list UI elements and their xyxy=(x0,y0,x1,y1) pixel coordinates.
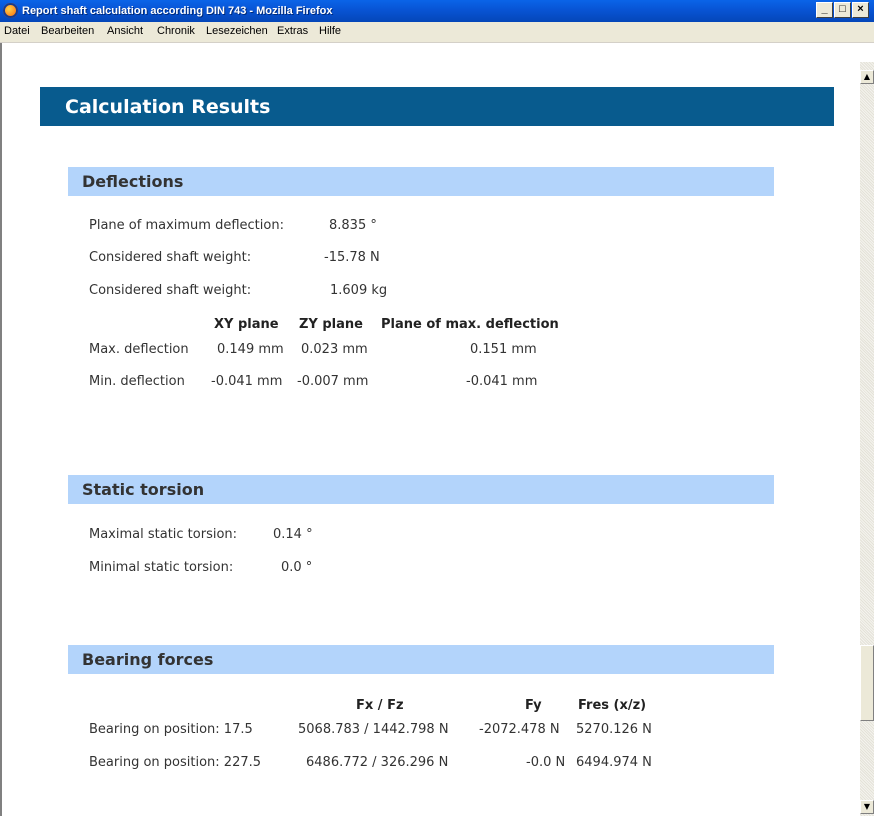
page-frame xyxy=(0,43,874,816)
menu-item-datei[interactable]: Datei xyxy=(4,25,30,37)
menu-bar: Datei Bearbeiten Ansicht Chronik Lesezei… xyxy=(0,22,874,43)
menu-item-hilfe[interactable]: Hilfe xyxy=(319,25,341,37)
deflection-cell: -0.041 mm xyxy=(211,374,283,389)
deflection-cell: 0.151 mm xyxy=(470,342,537,357)
scroll-up-arrow-icon[interactable]: ▲ xyxy=(860,70,874,84)
bearing-cell: 5068.783 / 1442.798 N xyxy=(298,722,449,737)
page-title: Calculation Results xyxy=(65,96,271,118)
bearing-row-label: Bearing on position: 17.5 xyxy=(89,722,253,737)
deflection-label-weight-kg: Considered shaft weight: xyxy=(89,283,252,298)
window-titlebar: Report shaft calculation according DIN 7… xyxy=(0,0,874,22)
bearing-cell: -2072.478 N xyxy=(479,722,560,737)
menu-item-extras[interactable]: Extras xyxy=(277,25,308,37)
section-title-deflections: Deflections xyxy=(82,172,184,191)
deflection-cell: -0.041 mm xyxy=(466,374,538,389)
bearing-row-label: Bearing on position: 227.5 xyxy=(89,755,262,770)
deflection-value-weight-kg: 1.609 kg xyxy=(330,283,388,298)
section-title-static-torsion: Static torsion xyxy=(82,480,205,499)
page-header: Calculation Results xyxy=(40,87,834,126)
bearing-cell: 5270.126 N xyxy=(576,722,652,737)
window-title: Report shaft calculation according DIN 7… xyxy=(22,5,333,17)
deflection-header-zy: ZY plane xyxy=(299,317,363,332)
torsion-value-min: 0.0 ° xyxy=(281,560,313,575)
scroll-thumb[interactable] xyxy=(860,645,874,721)
bearing-cell: -0.0 N xyxy=(526,755,566,770)
vertical-scrollbar[interactable]: ▲ ▼ xyxy=(860,62,874,816)
deflection-header-max: Plane of max. deflection xyxy=(381,317,559,332)
bearing-cell: 6486.772 / 326.296 N xyxy=(306,755,449,770)
deflection-cell: 0.023 mm xyxy=(301,342,368,357)
menu-item-chronik[interactable]: Chronik xyxy=(157,25,195,37)
close-button[interactable]: × xyxy=(852,2,869,18)
menu-item-bearbeiten[interactable]: Bearbeiten xyxy=(41,25,94,37)
minimize-button[interactable]: _ xyxy=(816,2,833,18)
menu-item-ansicht[interactable]: Ansicht xyxy=(107,25,143,37)
bearing-cell: 6494.974 N xyxy=(576,755,652,770)
maximize-button[interactable]: □ xyxy=(834,2,851,18)
deflection-label-plane: Plane of maximum deflection: xyxy=(89,218,284,233)
deflection-value-plane: 8.835 ° xyxy=(329,218,377,233)
bearing-header-fres: Fres (x/z) xyxy=(578,698,647,713)
section-bearing-forces: Bearing forces xyxy=(68,645,774,674)
deflection-row-label: Max. deflection xyxy=(89,342,189,357)
deflection-label-weight-n: Considered shaft weight: xyxy=(89,250,252,265)
section-title-bearing-forces: Bearing forces xyxy=(82,650,214,669)
deflection-value-weight-n: -15.78 N xyxy=(324,250,380,265)
section-deflections: Deflections xyxy=(68,167,774,196)
torsion-label-min: Minimal static torsion: xyxy=(89,560,234,575)
bearing-header-fy: Fy xyxy=(525,698,542,713)
section-static-torsion: Static torsion xyxy=(68,475,774,504)
bearing-header-fxfz: Fx / Fz xyxy=(356,698,404,713)
deflection-cell: 0.149 mm xyxy=(217,342,284,357)
deflection-row-label: Min. deflection xyxy=(89,374,185,389)
scroll-down-arrow-icon[interactable]: ▼ xyxy=(860,800,874,814)
firefox-icon xyxy=(3,3,18,18)
menu-item-lesezeichen[interactable]: Lesezeichen xyxy=(206,25,268,37)
torsion-label-max: Maximal static torsion: xyxy=(89,527,238,542)
torsion-value-max: 0.14 ° xyxy=(273,527,313,542)
deflection-header-xy: XY plane xyxy=(214,317,279,332)
deflection-cell: -0.007 mm xyxy=(297,374,369,389)
